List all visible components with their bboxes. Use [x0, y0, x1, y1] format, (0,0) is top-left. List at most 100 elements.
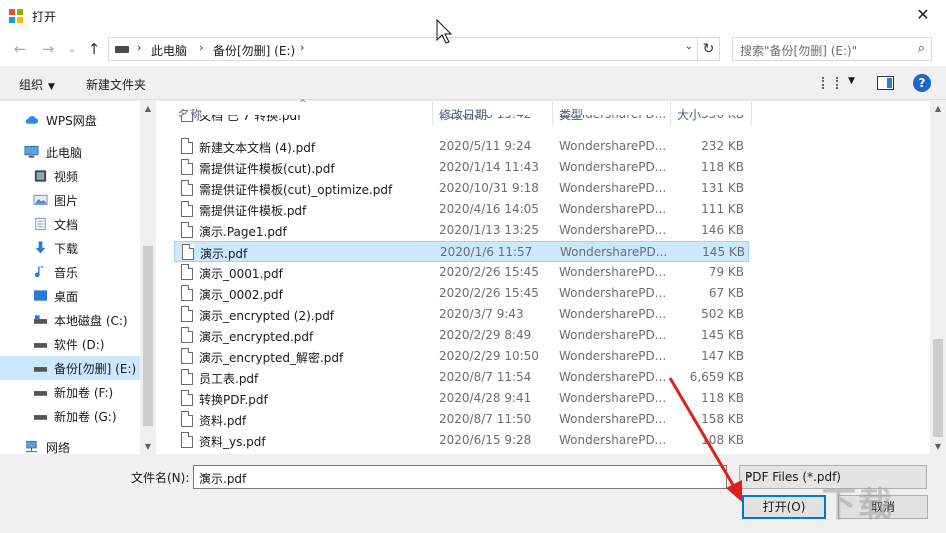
scroll-down-icon[interactable]: ▼ — [930, 442, 946, 451]
file-date: 2020/2/26 15:45 — [439, 265, 539, 279]
table-row[interactable]: 需提供证件模板(cut)_optimize.pdf 2020/10/31 9:18… — [174, 178, 749, 199]
table-row[interactable]: 演示_encrypted_解密.pdf 2020/2/29 10:50 Wonder… — [174, 346, 749, 367]
pdf-file-icon — [181, 348, 193, 364]
file-name: 需提供证件模板(cut).pdf — [199, 162, 335, 176]
scroll-up-icon[interactable]: ▲ — [930, 104, 946, 113]
desktop-icon — [33, 290, 48, 301]
sidebar-item-desktop[interactable]: 桌面 — [0, 284, 140, 308]
table-row[interactable]: 员工表.pdf 2020/8/7 11:54 WondersharePD... 6,6… — [174, 367, 749, 388]
sidebar-item-drive-f[interactable]: 新加卷 (F:) — [0, 380, 140, 404]
new-folder-button[interactable]: 新建文件夹 — [86, 76, 146, 93]
chevron-down-icon[interactable]: ⌄ — [199, 469, 722, 480]
table-row[interactable]: 转换PDF.pdf 2020/4/28 9:41 WondersharePD... 1… — [174, 388, 749, 409]
picture-icon — [33, 194, 48, 206]
table-row[interactable]: 演示_encrypted.pdf 2020/2/29 8:49 Wondershar… — [174, 325, 749, 346]
sidebar-item-label: 图片 — [54, 194, 79, 208]
help-icon[interactable]: ? — [913, 74, 931, 92]
forward-button[interactable]: → — [38, 39, 58, 59]
table-row[interactable]: 资料.pdf 2020/8/7 11:50 WondersharePD... 158 … — [174, 409, 749, 430]
refresh-icon[interactable]: ↻ — [703, 41, 715, 57]
table-row[interactable]: 演示.Page1.pdf 2020/1/13 13:25 WondersharePD… — [174, 220, 749, 241]
breadcrumb-separator-icon[interactable]: › — [199, 41, 203, 54]
sidebar-item-label: 备份[勿删] (E:) — [54, 362, 137, 376]
pdf-file-icon — [181, 306, 193, 322]
up-arrow-icon[interactable]: ↑ — [88, 40, 101, 58]
filename-input[interactable]: 演示.pdf ⌄ — [193, 465, 727, 489]
file-type: WondersharePD... — [559, 307, 667, 321]
sidebar-item-label: 此电脑 — [46, 146, 83, 160]
organize-label[interactable]: 组织 — [19, 78, 43, 92]
view-options-icon[interactable] — [822, 77, 838, 89]
file-date: 2020/2/29 10:50 — [439, 349, 539, 363]
chevron-down-icon[interactable]: ⌄ — [67, 42, 76, 55]
file-type: WondersharePD... — [559, 160, 667, 174]
table-row[interactable]: 演示.pdf 2020/1/6 11:57 WondersharePD... 145 … — [174, 241, 749, 262]
refresh-button[interactable]: ↻ — [698, 37, 720, 61]
table-row[interactable]: 演示_0001.pdf 2020/2/26 15:45 WondersharePD.… — [174, 262, 749, 283]
file-list-scrollbar[interactable]: ▲ ▼ — [930, 101, 946, 454]
sidebar-item-drive-g[interactable]: 新加卷 (G:) — [0, 404, 140, 428]
sidebar-scrollbar[interactable]: ▲ ▼ — [140, 101, 156, 454]
watermark-logo: 下载 — [822, 485, 894, 525]
navigation-bar: ← → ⌄ ↑ › 此电脑 › 备份[勿删] (E:) › ⌄ ↻ 搜索"备份[… — [0, 32, 946, 66]
recent-locations-button[interactable]: ⌄ — [62, 39, 82, 59]
close-button[interactable]: ✕ — [900, 0, 946, 32]
scrollbar-thumb[interactable] — [143, 246, 153, 426]
sidebar-item-music[interactable]: 音乐 — [0, 260, 140, 284]
table-row[interactable]: 新建文本文档 (4).pdf 2020/5/11 9:24 WondershareP… — [174, 136, 749, 157]
organize-menu[interactable]: 组织 ▼ — [19, 76, 55, 93]
preview-pane-icon[interactable] — [877, 76, 894, 90]
pdf-file-icon — [181, 327, 193, 343]
breadcrumb-drive-e[interactable]: 备份[勿删] (E:) — [213, 42, 295, 59]
chevron-down-icon[interactable]: ⌄ — [685, 41, 693, 52]
search-input[interactable]: 搜索"备份[勿删] (E:)" ⌕ — [732, 37, 932, 61]
address-bar[interactable]: › 此电脑 › 备份[勿删] (E:) › ⌄ — [108, 37, 698, 61]
table-row[interactable]: 需提供证件模板.pdf 2020/4/16 14:05 WondersharePD.… — [174, 199, 749, 220]
file-date: 2020/5/11 9:24 — [439, 139, 532, 153]
new-folder-label[interactable]: 新建文件夹 — [86, 78, 146, 92]
file-size: 147 KB — [701, 349, 744, 363]
sidebar-item-videos[interactable]: 视频 — [0, 164, 140, 188]
drive-icon — [33, 315, 48, 324]
sidebar-item-wps-cloud[interactable]: WPS网盘 — [0, 108, 140, 132]
music-icon — [34, 266, 43, 278]
sidebar-item-this-pc[interactable]: 此电脑 — [0, 140, 140, 164]
file-name: 演示_0002.pdf — [199, 288, 283, 302]
close-icon[interactable]: ✕ — [916, 5, 929, 24]
forward-arrow-icon[interactable]: → — [42, 40, 55, 58]
pdf-file-icon — [181, 411, 193, 427]
up-button[interactable]: ↑ — [84, 39, 104, 59]
sort-ascending-icon: ^ — [299, 99, 307, 109]
sidebar-item-label: 文档 — [54, 218, 79, 232]
sidebar-item-downloads[interactable]: 下载 — [0, 236, 140, 260]
table-row[interactable]: 需提供证件模板(cut).pdf 2020/1/14 11:43 Wondersha… — [174, 157, 749, 178]
file-date: 2020/1/14 11:43 — [439, 160, 539, 174]
caret-down-icon[interactable]: ▼ — [848, 76, 855, 86]
sidebar-item-label: 视频 — [54, 170, 79, 184]
search-icon[interactable]: ⌕ — [918, 41, 925, 56]
file-date: 2020/3/7 9:43 — [439, 307, 524, 321]
table-row[interactable]: 演示_encrypted (2).pdf 2020/3/7 9:43 Wonders… — [174, 304, 749, 325]
sidebar-item-documents[interactable]: 文档 — [0, 212, 140, 236]
breadcrumb-this-pc[interactable]: 此电脑 — [151, 42, 187, 59]
breadcrumb-separator-icon[interactable]: › — [137, 41, 141, 54]
file-type: WondersharePD... — [559, 370, 667, 384]
pdf-file-icon — [181, 390, 193, 406]
column-divider[interactable] — [751, 101, 752, 125]
scrollbar-thumb[interactable] — [933, 339, 943, 437]
scroll-down-icon[interactable]: ▼ — [140, 442, 156, 451]
back-arrow-icon[interactable]: ← — [14, 40, 27, 58]
caret-down-icon[interactable]: ▼ — [48, 82, 55, 92]
sidebar-item-drive-d[interactable]: 软件 (D:) — [0, 332, 140, 356]
computer-icon — [24, 145, 39, 158]
open-button[interactable]: 打开(O) — [742, 495, 826, 519]
back-button[interactable]: ← — [10, 39, 30, 59]
sidebar-item-pictures[interactable]: 图片 — [0, 188, 140, 212]
breadcrumb-separator-icon[interactable]: › — [300, 41, 304, 54]
scroll-up-icon[interactable]: ▲ — [140, 104, 156, 113]
table-row[interactable]: 演示_0002.pdf 2020/2/26 15:45 WondersharePD.… — [174, 283, 749, 304]
sidebar-item-drive-e[interactable]: 备份[勿删] (E:) — [0, 356, 140, 380]
sidebar-item-drive-c[interactable]: 本地磁盘 (C:) — [0, 308, 140, 332]
table-row[interactable]: 资料_ys.pdf 2020/6/15 9:28 WondersharePD... 1… — [174, 430, 749, 451]
drive-icon — [33, 367, 48, 372]
